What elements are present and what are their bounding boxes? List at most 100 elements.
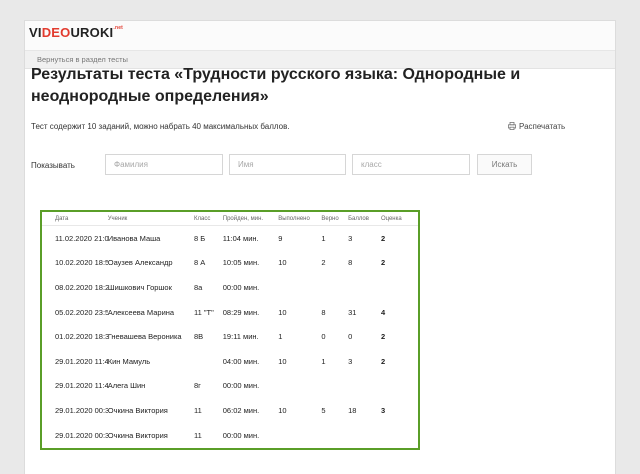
table-cell: 0 — [321, 332, 326, 342]
column-header: Выполнено — [278, 212, 322, 226]
table-row: 29.01.2020 00:38 Очкина Виктория 11 00:00 м… — [42, 423, 418, 448]
table-cell: 3 — [348, 233, 353, 243]
table-cell: Очкина Виктория — [107, 405, 168, 415]
table-cell: 11 — [194, 405, 202, 415]
table-cell — [348, 275, 381, 300]
table-cell: 8В — [194, 332, 204, 342]
table-cell: 11 — [194, 430, 202, 440]
page-title: Результаты теста «Трудности русского язы… — [31, 66, 521, 105]
column-header: Верно — [321, 212, 349, 226]
table-cell: 11:04 мин. — [222, 233, 259, 243]
table-cell: 2 — [380, 233, 386, 243]
table-cell: 11.02.2020 21:07 — [55, 233, 108, 243]
table-cell — [321, 374, 348, 399]
table-cell: 1 — [321, 356, 326, 366]
table-cell: 8 — [321, 307, 326, 317]
results-table: Дата Ученик Класс Пройден, мин. Выполнено Вер… — [42, 212, 418, 447]
logo-text-1: VI — [29, 25, 42, 40]
site-logo[interactable]: VIDEOUROKI.net — [29, 25, 123, 40]
table-cell: 8 А — [194, 258, 206, 268]
filter-label: Показывать — [31, 161, 75, 170]
table-cell — [194, 349, 223, 374]
table-cell: 10:05 мин. — [222, 258, 260, 268]
table-cell: 8 — [348, 258, 353, 268]
logo-text-2: DEO — [41, 25, 71, 40]
table-row: 05.02.2020 23:50 Алексеева Марина 11 "Т" 08… — [42, 300, 418, 325]
column-header: Класс — [194, 212, 223, 226]
class-input[interactable] — [352, 154, 470, 175]
table-cell — [381, 423, 418, 448]
table-cell: 2 — [380, 356, 386, 366]
table-cell: 06:02 мин. — [222, 405, 260, 415]
table-cell: 08:29 мин. — [222, 307, 260, 317]
table-cell: 0 — [348, 332, 353, 342]
table-header-row: Дата Ученик Класс Пройден, мин. Выполнено Вер… — [42, 212, 418, 226]
column-header: Баллов — [348, 212, 381, 226]
table-cell — [321, 275, 348, 300]
print-label: Распечатать — [519, 122, 566, 131]
column-header: Дата — [42, 212, 108, 226]
table-cell: 10 — [278, 307, 287, 317]
back-to-tests-link[interactable]: Вернуться в раздел тесты — [37, 55, 128, 64]
table-cell: 31 — [348, 307, 357, 317]
table-cell: 3 — [348, 356, 353, 366]
table-cell — [381, 275, 418, 300]
table-row: 29.01.2020 11:43 Алега Шин 8г 00:00 мин. — [42, 374, 418, 399]
table-cell: Шишкович Горшок — [107, 282, 172, 292]
table-cell — [381, 374, 418, 399]
table-cell: 00:00 мин. — [222, 282, 260, 292]
surname-input[interactable] — [105, 154, 223, 175]
table-cell: 8г — [194, 381, 201, 391]
table-cell: 29.01.2020 00:38 — [55, 405, 108, 415]
table-cell: Кин Мамуль — [107, 356, 151, 366]
test-summary: Тест содержит 10 заданий, можно набрать … — [31, 122, 290, 131]
table-cell: 2 — [380, 258, 386, 268]
table-cell: 18 — [348, 405, 357, 415]
logo-text-3: UROKI — [70, 25, 114, 40]
table-cell — [348, 423, 381, 448]
table-cell: 10 — [278, 356, 287, 366]
column-header: Пройден, мин. — [222, 212, 279, 226]
column-header: Оценка — [380, 212, 418, 226]
column-header: Ученик — [107, 212, 195, 226]
table-cell: 10 — [278, 405, 287, 415]
table-cell: 19:11 мин. — [222, 332, 259, 342]
table-row: 29.01.2020 00:38 Очкина Виктория 11 06:02 м… — [42, 398, 418, 423]
table-cell — [278, 423, 321, 448]
table-cell: Алега Шин — [107, 381, 146, 391]
site-header: VIDEOUROKI.net — [25, 21, 615, 51]
table-cell: 29.01.2020 11:43 — [55, 381, 108, 391]
table-cell: Оаузев Александр — [107, 258, 173, 268]
results-table-frame: Дата Ученик Класс Пройден, мин. Выполнено Вер… — [40, 210, 420, 450]
table-row: 08.02.2020 18:25 Шишкович Горшок 8а 00:00 м… — [42, 275, 418, 300]
table-cell: Очкина Виктория — [107, 430, 168, 440]
table-cell: 01.02.2020 18:39 — [55, 332, 108, 342]
table-cell — [278, 374, 321, 399]
search-button[interactable]: Искать — [477, 154, 532, 175]
table-cell: 10 — [278, 258, 287, 268]
name-input[interactable] — [229, 154, 346, 175]
table-cell: 05.02.2020 23:50 — [55, 307, 108, 317]
table-cell: 8а — [194, 282, 203, 292]
table-row: 10.02.2020 18:54 Оаузев Александр 8 А 10:05… — [42, 251, 418, 276]
table-cell: Алексеева Марина — [107, 307, 175, 317]
table-cell: 4 — [380, 307, 386, 317]
table-cell: 2 — [321, 258, 326, 268]
table-cell: Гневашева Вероника — [107, 332, 182, 342]
printer-icon — [508, 122, 516, 130]
results-table-body: 11.02.2020 21:07 Иванова Маша 8 Б 11:04 мин… — [42, 226, 418, 448]
table-cell: 00:00 мин. — [222, 430, 260, 440]
table-cell: 00:00 мин. — [222, 381, 260, 391]
logo-suffix: .net — [113, 25, 124, 31]
table-cell: 3 — [380, 405, 386, 415]
table-row: 01.02.2020 18:39 Гневашева Вероника 8В 19:1… — [42, 324, 418, 349]
table-cell: 10.02.2020 18:54 — [55, 258, 108, 268]
table-cell: 5 — [321, 405, 326, 415]
table-cell: 11 "Т" — [194, 307, 214, 317]
table-cell: Иванова Маша — [107, 233, 161, 243]
print-button[interactable]: Распечатать — [508, 122, 565, 131]
table-cell — [348, 374, 381, 399]
table-cell: 08.02.2020 18:25 — [55, 282, 108, 292]
table-cell: 2 — [380, 332, 386, 342]
table-cell: 9 — [278, 233, 283, 243]
